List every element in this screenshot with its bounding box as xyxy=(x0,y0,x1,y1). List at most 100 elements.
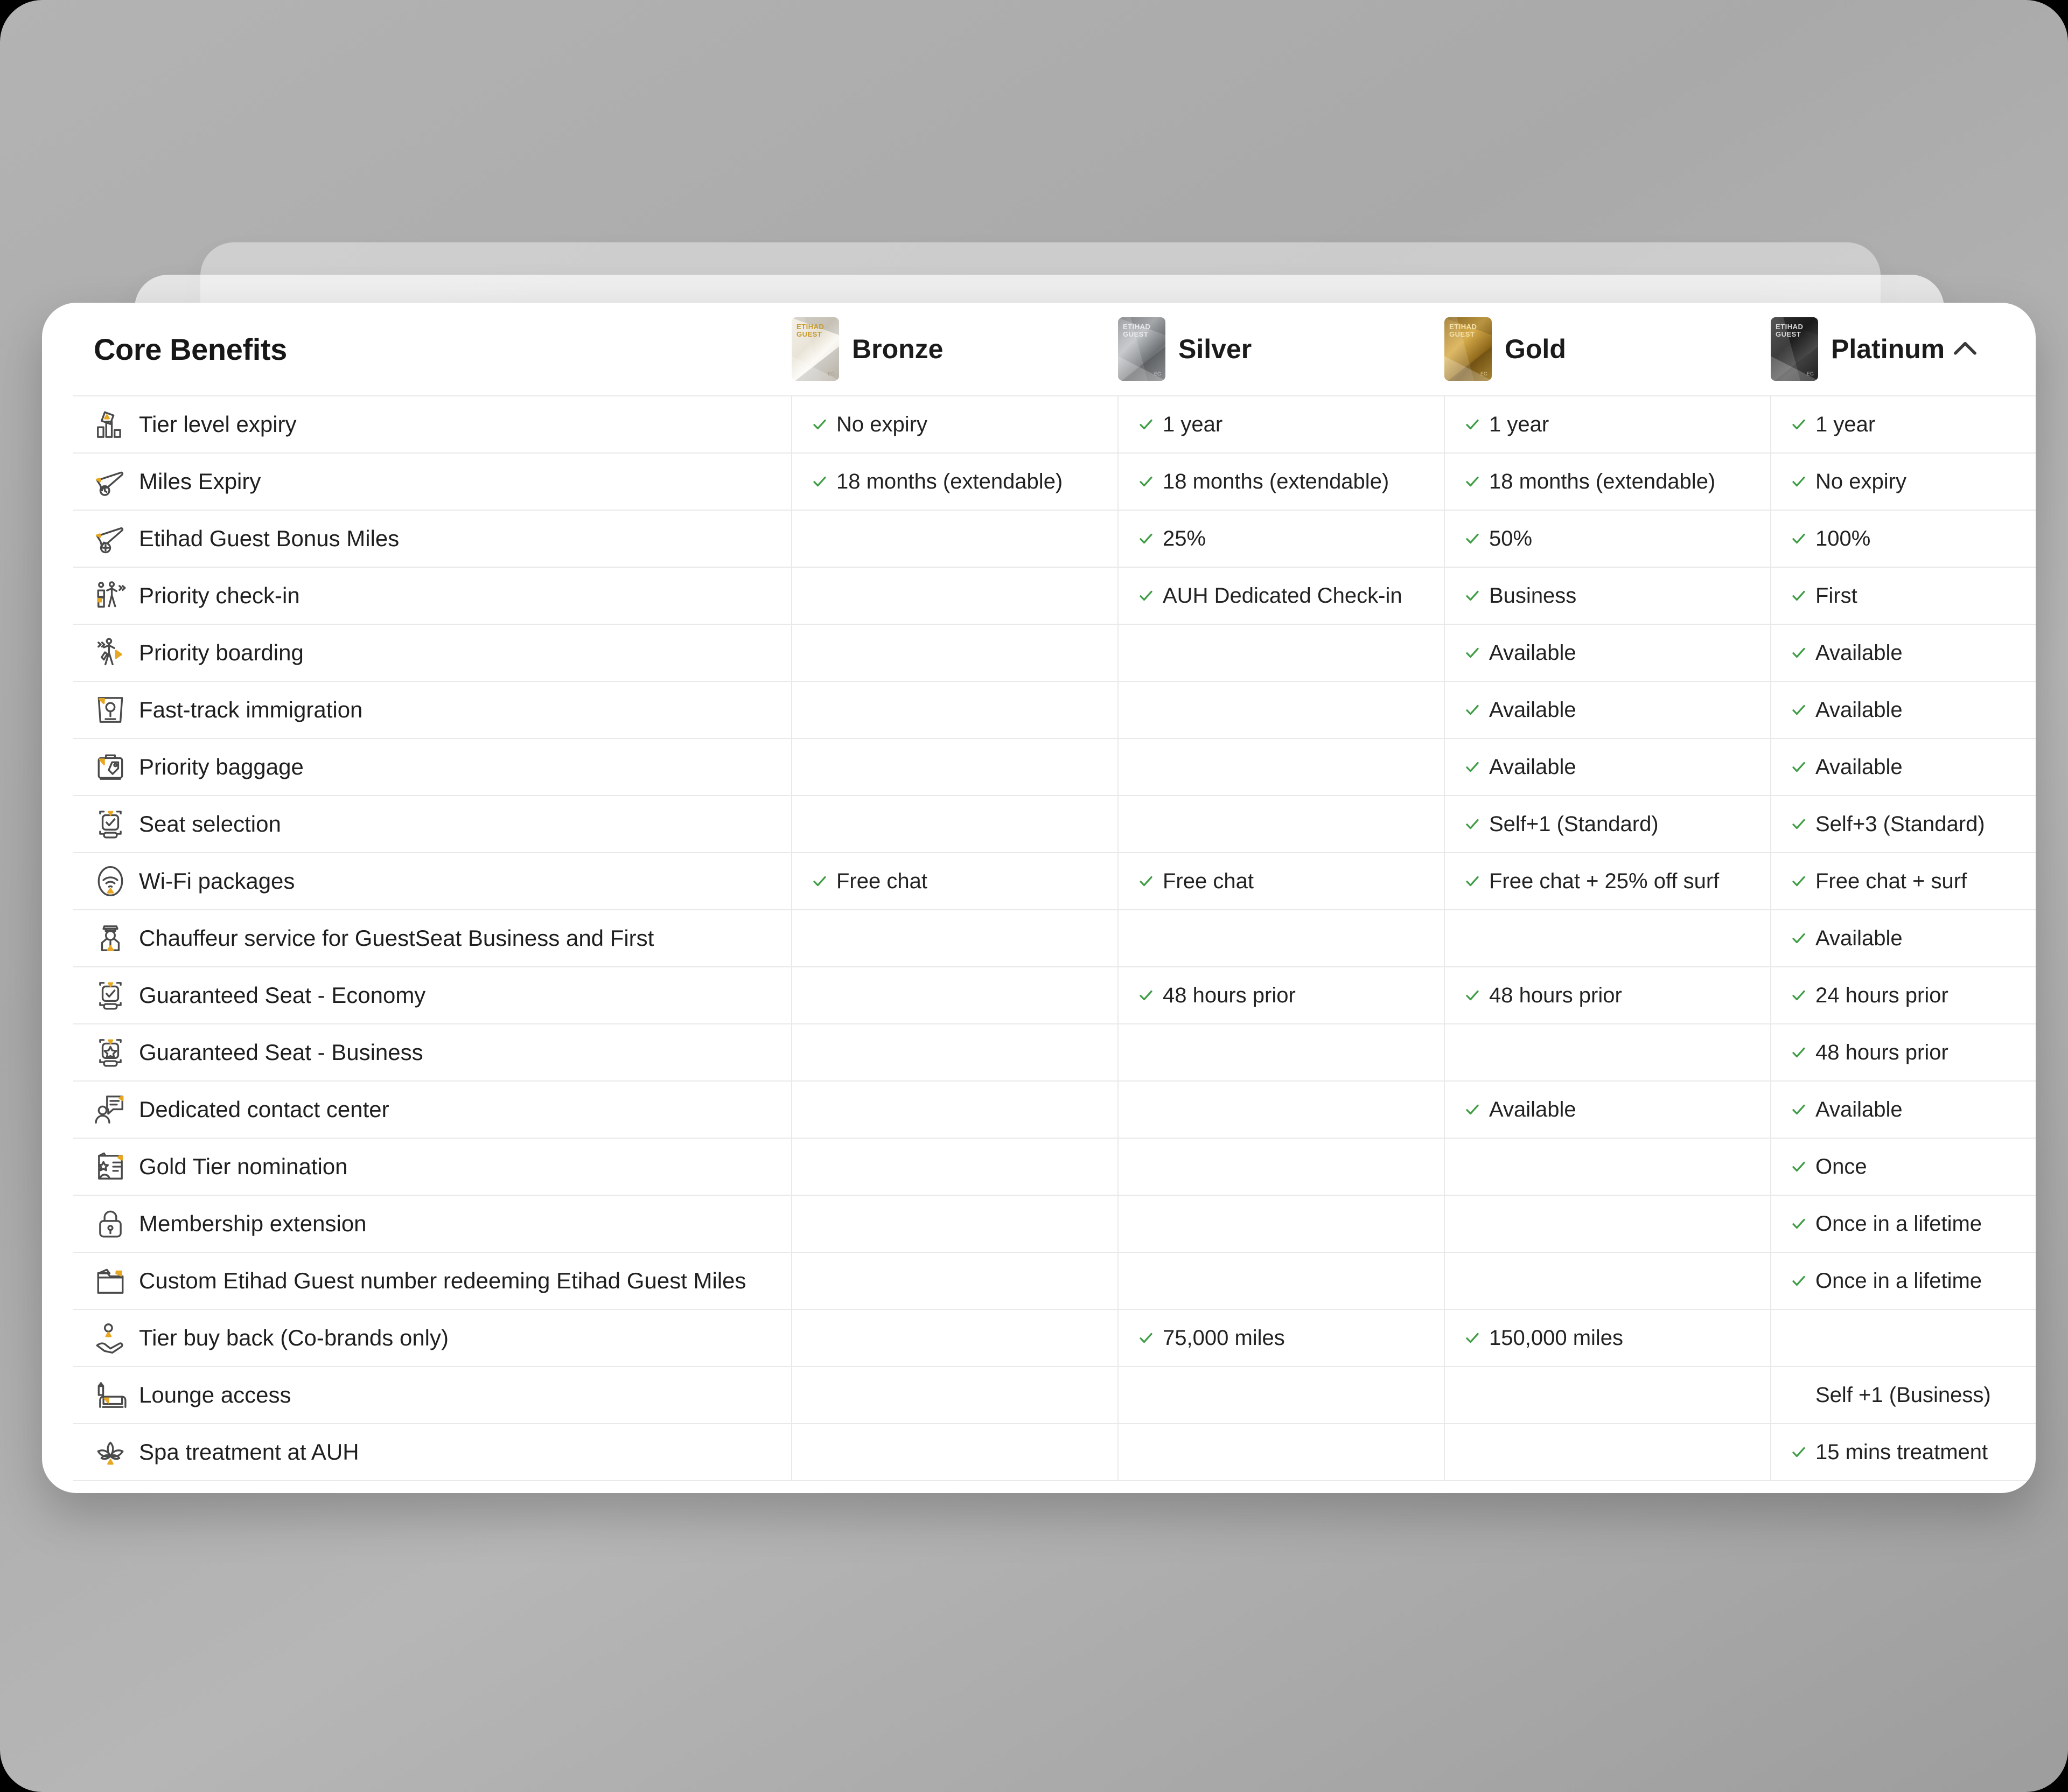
check-icon xyxy=(1464,1330,1480,1346)
table-row: Etihad Guest Bonus Miles 25% 50% 100% xyxy=(73,510,2036,567)
benefit-value-cell: Free chat + surf xyxy=(1770,852,2036,910)
benefit-value-cell: Available xyxy=(1444,681,1771,738)
benefit-value-cell: Available xyxy=(1770,909,2036,967)
benefit-label-cell: Lounge access xyxy=(73,1366,792,1424)
benefit-value: Available xyxy=(1489,641,1576,665)
benefit-label: Priority check-in xyxy=(139,583,300,608)
benefit-value-cell xyxy=(791,966,1118,1024)
benefit-value-cell xyxy=(791,738,1118,796)
benefit-label-cell: Wi-Fi packages xyxy=(73,852,792,910)
benefit-value-cell: Business xyxy=(1444,567,1771,624)
benefit-value-cell xyxy=(791,510,1118,567)
benefit-value: 18 months (extendable) xyxy=(1163,470,1389,493)
benefit-value-cell: 50% xyxy=(1444,510,1771,567)
benefit-value-cell: 18 months (extendable) xyxy=(1444,452,1771,510)
benefit-value-cell xyxy=(791,681,1118,738)
suitcase-tag-icon xyxy=(94,750,127,784)
benefit-value: 18 months (extendable) xyxy=(1489,470,1716,493)
benefit-value-cell: 48 hours prior xyxy=(1444,966,1771,1024)
check-icon xyxy=(1791,588,1807,604)
lounge-chair-icon xyxy=(94,1378,127,1412)
check-icon xyxy=(1464,588,1480,604)
check-icon xyxy=(1791,1216,1807,1232)
table-row: Chauffeur service for GuestSeat Business… xyxy=(73,909,2036,967)
table-row: Seat selection Self+1 (Standard) Self+3 (S… xyxy=(73,795,2036,853)
benefit-value-cell: Self+3 (Standard) xyxy=(1770,795,2036,853)
benefit-label: Seat selection xyxy=(139,811,281,836)
benefit-label-cell: Priority baggage xyxy=(73,738,792,796)
check-icon xyxy=(812,873,828,889)
benefit-value-cell xyxy=(791,1080,1118,1138)
benefit-value: Once xyxy=(1815,1155,1867,1179)
benefit-value-cell: 75,000 miles xyxy=(1117,1309,1444,1366)
benefit-label: Miles Expiry xyxy=(139,469,261,494)
card-logo: ETIHAD GUEST xyxy=(1123,323,1151,338)
benefit-value: 48 hours prior xyxy=(1489,984,1622,1007)
benefit-value: Self +1 (Business) xyxy=(1815,1383,1991,1407)
benefit-value: 15 mins treatment xyxy=(1815,1440,1988,1464)
benefit-value: No expiry xyxy=(1815,470,1906,493)
benefit-label-cell: Chauffeur service for GuestSeat Business… xyxy=(73,909,792,967)
chevron-up-icon[interactable] xyxy=(1948,332,1982,366)
tier-label: Silver xyxy=(1178,334,1252,364)
tier-card-bronze-icon: ETIHAD GUEST EG xyxy=(792,317,839,381)
benefit-value: 18 months (extendable) xyxy=(836,470,1063,493)
table-row: Priority boarding Available Available xyxy=(73,624,2036,681)
card-logo: ETIHAD GUEST xyxy=(1776,323,1804,338)
benefit-value-cell xyxy=(791,1366,1118,1424)
benefit-value: No expiry xyxy=(836,413,927,436)
benefit-value-cell: Available xyxy=(1444,1080,1771,1138)
benefit-value-cell: 18 months (extendable) xyxy=(1117,452,1444,510)
benefit-value-cell xyxy=(1444,1366,1771,1424)
benefit-label: Fast-track immigration xyxy=(139,697,363,722)
benefit-label: Gold Tier nomination xyxy=(139,1154,348,1179)
benefit-value: 75,000 miles xyxy=(1163,1326,1285,1350)
benefit-value-cell xyxy=(1117,909,1444,967)
nomination-card-icon xyxy=(94,1150,127,1183)
check-icon xyxy=(1791,645,1807,661)
benefit-label: Lounge access xyxy=(139,1382,291,1407)
benefit-value-cell xyxy=(1117,1138,1444,1195)
table-row: Priority check-in AUH Dedicated Check-in B… xyxy=(73,567,2036,624)
check-icon xyxy=(1791,531,1807,547)
benefits-table: Tier level expiry No expiry 1 year 1 year 1 … xyxy=(73,395,2036,1481)
page-title: Core Benefits xyxy=(94,332,287,366)
benefits-table-header: Core Benefits ETIHAD GUEST EG Bronze ETIHAD… xyxy=(73,303,2004,395)
benefit-value: First xyxy=(1815,584,1857,608)
check-icon xyxy=(1138,588,1154,604)
wifi-icon xyxy=(94,864,127,898)
tier-label: Platinum xyxy=(1831,334,1945,364)
check-icon xyxy=(1464,702,1480,718)
benefit-label: Spa treatment at AUH xyxy=(139,1439,359,1465)
table-row: Wi-Fi packages Free chat Free chat Free cha… xyxy=(73,852,2036,910)
benefit-value-cell xyxy=(791,624,1118,681)
benefit-value-cell xyxy=(791,909,1118,967)
tier-chart-icon xyxy=(94,408,127,441)
agent-chat-icon xyxy=(94,1093,127,1126)
check-icon xyxy=(1464,473,1480,490)
check-icon xyxy=(1464,816,1480,832)
benefit-value-cell xyxy=(1117,1080,1444,1138)
benefit-value: Available xyxy=(1815,926,1903,950)
benefit-value-cell: Available xyxy=(1770,1080,2036,1138)
benefit-value-cell: Free chat + 25% off surf xyxy=(1444,852,1771,910)
benefit-value: 1 year xyxy=(1815,413,1876,436)
benefit-label-cell: Spa treatment at AUH xyxy=(73,1423,792,1481)
benefit-value-cell: Free chat xyxy=(791,852,1118,910)
benefit-value-cell xyxy=(791,1309,1118,1366)
benefit-value: 25% xyxy=(1163,527,1206,550)
benefit-label-cell: Guaranteed Seat - Business xyxy=(73,1023,792,1081)
benefit-value-cell xyxy=(791,1195,1118,1252)
core-benefits-panel: Core Benefits ETIHAD GUEST EG Bronze ETIHAD… xyxy=(42,303,2036,1493)
benefit-value-cell xyxy=(1117,795,1444,853)
table-row: Lounge access Self +1 (Business) xyxy=(73,1366,2036,1424)
card-mark: EG xyxy=(827,371,835,376)
check-icon xyxy=(812,416,828,433)
table-row: Guaranteed Seat - Economy 48 hours prior 4… xyxy=(73,966,2036,1024)
benefit-label-cell: Dedicated contact center xyxy=(73,1080,792,1138)
check-icon xyxy=(1791,1044,1807,1061)
table-row: Custom Etihad Guest number redeeming Eti… xyxy=(73,1252,2036,1309)
benefit-label-cell: Custom Etihad Guest number redeeming Eti… xyxy=(73,1252,792,1309)
benefit-value-cell xyxy=(1444,1023,1771,1081)
seat-check-icon xyxy=(94,979,127,1012)
